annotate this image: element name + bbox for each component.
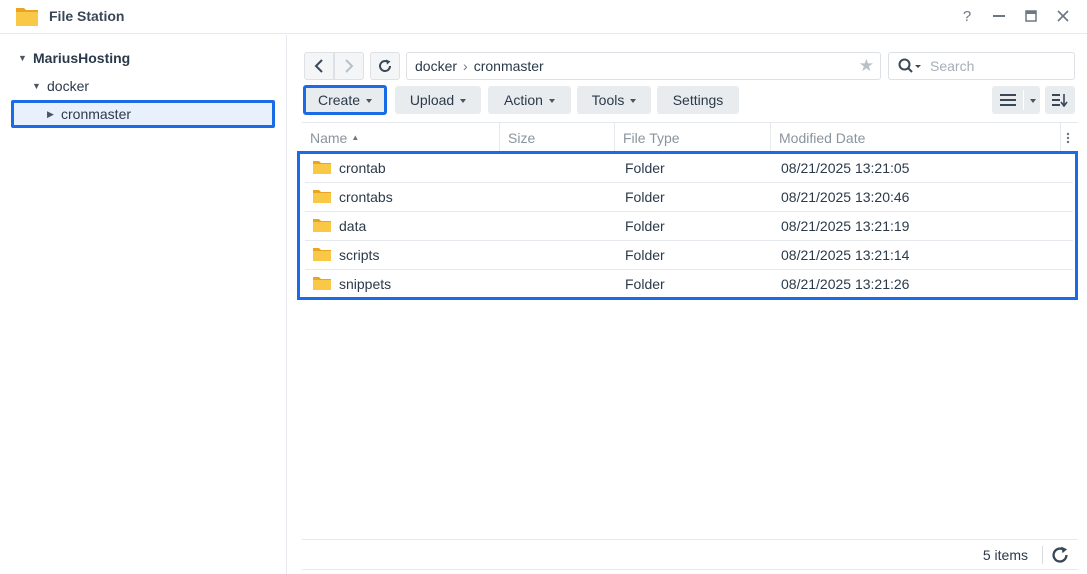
collapsed-arrow-icon[interactable]: ▶ [47, 109, 59, 120]
settings-button[interactable]: Settings [657, 86, 739, 114]
column-size-label: Size [508, 129, 536, 146]
button-divider [1023, 90, 1024, 110]
star-icon[interactable]: ★ [859, 56, 874, 76]
folder-icon [313, 248, 331, 261]
settings-label: Settings [672, 92, 724, 108]
forward-button[interactable] [334, 52, 364, 80]
file-type: Folder [625, 218, 665, 234]
refresh-icon[interactable] [1051, 546, 1069, 564]
breadcrumb-cronmaster[interactable]: cronmaster [474, 58, 544, 74]
refresh-icon [379, 59, 392, 72]
expanded-arrow-icon[interactable]: ▼ [18, 53, 30, 63]
file-name: scripts [339, 247, 380, 263]
path-bar[interactable]: docker › cronmaster ★ [406, 52, 881, 80]
create-label: Create [317, 92, 361, 108]
item-count: 5 items [982, 547, 1028, 563]
file-type: Folder [625, 189, 665, 205]
table-header: Name ▲ Size File Type Modified Date [302, 122, 1078, 152]
window-title: File Station [49, 8, 125, 24]
table-row[interactable]: scripts Folder 08/21/2025 13:21:14 [305, 241, 1073, 270]
create-button[interactable]: Create [303, 85, 387, 115]
column-options-icon[interactable] [1061, 123, 1078, 152]
column-header-name[interactable]: Name ▲ [302, 123, 500, 152]
close-icon[interactable] [1051, 4, 1075, 28]
table-row[interactable]: crontab Folder 08/21/2025 13:21:05 [305, 154, 1073, 183]
help-label: ? [962, 7, 972, 25]
file-station-icon [16, 8, 38, 26]
sort-icon [1052, 94, 1068, 107]
file-type: Folder [625, 276, 665, 292]
dropdown-caret-icon [630, 98, 637, 103]
file-type: Folder [625, 247, 665, 263]
list-view-icon [1000, 94, 1016, 106]
tree-item-cronmaster[interactable]: ▶ cronmaster [11, 100, 275, 128]
file-name: snippets [339, 276, 392, 292]
column-name-label: Name [310, 129, 348, 146]
expanded-arrow-icon[interactable]: ▼ [32, 81, 44, 91]
tools-button[interactable]: Tools [577, 86, 651, 114]
title-bar: File Station ? [0, 0, 1087, 34]
column-header-modified-date[interactable]: Modified Date [771, 123, 1061, 152]
view-mode-button[interactable] [992, 86, 1040, 114]
column-header-file-type[interactable]: File Type [615, 123, 771, 152]
search-icon[interactable] [898, 58, 924, 74]
file-name: crontab [339, 160, 386, 176]
dropdown-caret-icon [548, 98, 555, 103]
tree-item-label: cronmaster [61, 106, 132, 122]
table-row[interactable]: data Folder 08/21/2025 13:21:19 [305, 212, 1073, 241]
folder-icon [313, 161, 331, 174]
chevron-left-icon [314, 59, 323, 73]
breadcrumb-docker[interactable]: docker [415, 58, 457, 74]
footer-divider [1042, 546, 1043, 564]
file-modified: 08/21/2025 13:21:14 [781, 247, 910, 263]
chevron-right-icon [345, 59, 354, 73]
upload-label: Upload [409, 92, 455, 108]
file-name: crontabs [339, 189, 393, 205]
folder-icon [313, 277, 331, 290]
file-modified: 08/21/2025 13:21:05 [781, 160, 910, 176]
dropdown-caret-icon [460, 98, 467, 103]
file-modified: 08/21/2025 13:21:26 [781, 276, 910, 292]
dropdown-caret-icon [366, 98, 373, 103]
table-row[interactable]: snippets Folder 08/21/2025 13:21:26 [305, 270, 1073, 299]
file-modified: 08/21/2025 13:21:19 [781, 218, 910, 234]
folder-icon [313, 219, 331, 232]
file-list: crontab Folder 08/21/2025 13:21:05 cront… [297, 151, 1078, 300]
folder-tree: ▼ MariusHosting ▼ docker ▶ cronmaster [0, 35, 287, 574]
tree-item-docker[interactable]: ▼ docker [32, 74, 89, 98]
back-button[interactable] [304, 52, 334, 80]
maximize-icon[interactable] [1019, 4, 1043, 28]
column-type-label: File Type [623, 129, 680, 146]
upload-button[interactable]: Upload [395, 86, 481, 114]
sort-button[interactable] [1045, 86, 1075, 114]
action-button[interactable]: Action [488, 86, 571, 114]
file-name: data [339, 218, 367, 234]
column-header-size[interactable]: Size [500, 123, 615, 152]
folder-icon [313, 190, 331, 203]
status-bar: 5 items [302, 539, 1078, 570]
file-type: Folder [625, 160, 665, 176]
help-icon[interactable]: ? [955, 4, 979, 28]
file-modified: 08/21/2025 13:20:46 [781, 189, 910, 205]
table-row[interactable]: crontabs Folder 08/21/2025 13:20:46 [305, 183, 1073, 212]
tree-item-label: MariusHosting [33, 50, 131, 66]
sort-asc-icon: ▲ [351, 133, 360, 142]
search-input[interactable] [930, 58, 1060, 74]
column-date-label: Modified Date [779, 129, 866, 146]
breadcrumb-separator-icon: › [463, 58, 468, 74]
minimize-icon[interactable] [987, 4, 1011, 28]
search-box[interactable] [888, 52, 1075, 80]
dropdown-caret-icon [1030, 99, 1036, 103]
tree-item-root[interactable]: ▼ MariusHosting [18, 46, 130, 70]
tree-item-label: docker [47, 78, 90, 94]
tools-label: Tools [591, 92, 625, 108]
action-label: Action [504, 92, 543, 108]
refresh-button[interactable] [370, 52, 400, 80]
